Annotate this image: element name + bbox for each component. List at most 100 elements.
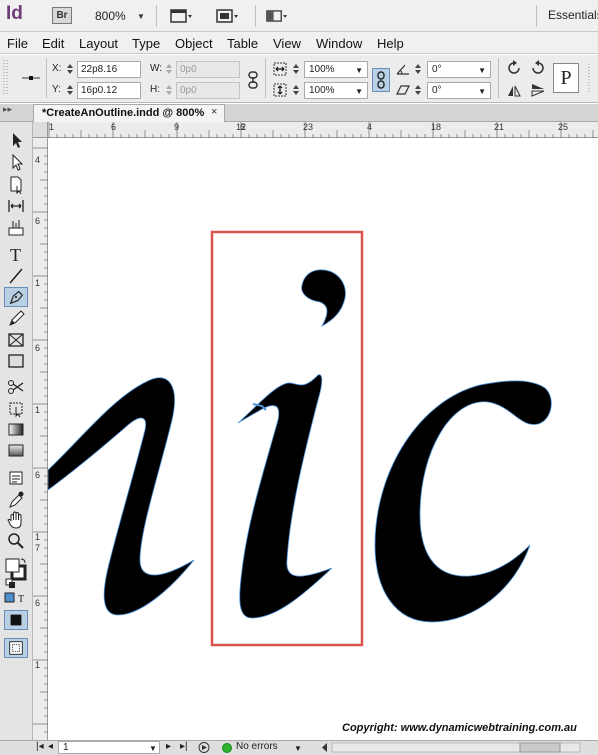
- screen-mode-normal-icon[interactable]: [4, 638, 28, 658]
- scale-x-stepper-icon[interactable]: [292, 62, 300, 76]
- ruler-label: 1: [35, 405, 41, 415]
- page-tool-icon[interactable]: [4, 174, 28, 194]
- page-dropdown-icon[interactable]: ▼: [149, 744, 157, 753]
- arrange-documents-icon[interactable]: [266, 8, 288, 24]
- letter-i-stem-outline: [237, 374, 333, 619]
- h-label: H:: [150, 84, 160, 95]
- panel-grip-icon[interactable]: [2, 58, 10, 98]
- direct-selection-tool-icon[interactable]: [4, 152, 28, 172]
- ruler-label: 21: [494, 122, 505, 132]
- eyedropper-tool-icon[interactable]: [4, 489, 28, 509]
- shear-stepper-icon[interactable]: [414, 83, 422, 97]
- chevron-down-icon: ▼: [478, 66, 486, 75]
- flip-vertical-icon[interactable]: [530, 82, 546, 98]
- width-field: 0p0: [176, 61, 240, 78]
- selection-tool-icon[interactable]: [4, 130, 28, 150]
- application-bar: [0, 0, 598, 32]
- left-letter-i-outline: [48, 377, 195, 616]
- more-options-icon[interactable]: [586, 62, 596, 94]
- zoom-tool-icon[interactable]: [4, 531, 28, 551]
- pen-tool-icon[interactable]: [4, 287, 28, 307]
- close-tab-icon[interactable]: ×: [211, 106, 217, 118]
- type-tool-icon[interactable]: T: [4, 244, 28, 264]
- rotate-clockwise-icon[interactable]: [506, 60, 522, 76]
- menu-view[interactable]: View: [273, 36, 301, 51]
- rotate-stepper-icon[interactable]: [414, 62, 422, 76]
- ruler-label: 4: [35, 155, 41, 165]
- last-page-icon[interactable]: ▸|: [180, 741, 188, 752]
- rotation-dropdown[interactable]: 0° ▼: [427, 61, 491, 78]
- reference-point-icon[interactable]: [20, 70, 42, 86]
- menu-layout[interactable]: Layout: [79, 36, 118, 51]
- flip-horizontal-icon[interactable]: [506, 82, 522, 98]
- scissors-tool-icon[interactable]: [4, 377, 28, 397]
- line-tool-icon[interactable]: [4, 266, 28, 286]
- previous-page-icon[interactable]: ◂: [48, 741, 53, 752]
- y-position-field[interactable]: 16p0.12: [77, 82, 141, 99]
- x-position-field[interactable]: 22p8.16: [77, 61, 141, 78]
- note-tool-icon[interactable]: [4, 468, 28, 488]
- scale-y-dropdown[interactable]: 100% ▼: [304, 82, 368, 99]
- ruler-label: 6: [111, 122, 117, 132]
- constrain-scale-link-icon[interactable]: [372, 68, 390, 92]
- x-label: X:: [52, 63, 62, 74]
- w-label: W:: [150, 63, 163, 74]
- x-stepper-icon[interactable]: [66, 62, 74, 76]
- ruler-label: 25: [558, 122, 569, 132]
- scale-x-dropdown[interactable]: 100% ▼: [304, 61, 368, 78]
- hand-tool-icon[interactable]: [4, 510, 28, 530]
- horizontal-ruler[interactable]: [33, 122, 598, 138]
- chevron-down-icon: ▼: [355, 87, 363, 96]
- ruler-origin[interactable]: [33, 122, 48, 138]
- rotate-counterclockwise-icon[interactable]: [530, 60, 546, 76]
- chevron-down-icon: ▼: [355, 66, 363, 75]
- menu-object[interactable]: Object: [175, 36, 213, 51]
- zoom-dropdown-icon[interactable]: ▼: [137, 12, 145, 21]
- gap-tool-icon[interactable]: [4, 196, 28, 216]
- zoom-level[interactable]: 800%: [95, 9, 126, 23]
- gradient-feather-tool-icon[interactable]: [4, 440, 28, 460]
- rectangle-tool-icon[interactable]: [4, 351, 28, 371]
- y-stepper-icon[interactable]: [66, 83, 74, 97]
- ruler-label: 6: [35, 598, 41, 608]
- document-canvas[interactable]: [48, 138, 598, 740]
- formatting-affects-icon[interactable]: T: [4, 592, 28, 604]
- screen-mode-icon[interactable]: [216, 8, 238, 24]
- menu-help[interactable]: Help: [377, 36, 404, 51]
- w-stepper-icon: [166, 64, 172, 74]
- content-collector-tool-icon[interactable]: [4, 218, 28, 238]
- preflight-status-text[interactable]: No errors: [236, 741, 278, 752]
- first-page-icon[interactable]: |◂: [36, 741, 44, 752]
- workspace-switcher[interactable]: Essentials: [548, 8, 598, 22]
- free-transform-tool-icon[interactable]: [4, 398, 28, 418]
- shear-dropdown[interactable]: 0° ▼: [427, 82, 491, 99]
- pencil-tool-icon[interactable]: [4, 308, 28, 328]
- h-stepper-icon: [166, 85, 172, 95]
- menu-type[interactable]: Type: [132, 36, 160, 51]
- scale-y-stepper-icon[interactable]: [292, 83, 300, 97]
- ruler-label: 6: [35, 470, 41, 480]
- bridge-button[interactable]: Br: [52, 7, 72, 24]
- menu-window[interactable]: Window: [316, 36, 362, 51]
- fill-stroke-swatches-icon[interactable]: [4, 557, 28, 589]
- constrain-proportions-icon[interactable]: [246, 70, 260, 90]
- menu-table[interactable]: Table: [227, 36, 258, 51]
- preflight-dropdown-icon[interactable]: ▼: [294, 744, 302, 753]
- ruler-label: 1: [49, 122, 55, 132]
- menu-file[interactable]: File: [7, 36, 28, 51]
- apply-color-icon[interactable]: [4, 610, 28, 630]
- rectangle-frame-tool-icon[interactable]: [4, 330, 28, 350]
- view-options-icon[interactable]: [170, 8, 192, 24]
- open-document-icon[interactable]: [197, 741, 211, 754]
- reference-point-proxy[interactable]: P: [553, 63, 579, 93]
- collapse-panel-icon[interactable]: ▸▸: [3, 104, 12, 115]
- copyright-notice: Copyright: www.dynamicwebtraining.com.au: [342, 722, 577, 734]
- gradient-swatch-tool-icon[interactable]: [4, 419, 28, 439]
- menu-edit[interactable]: Edit: [42, 36, 64, 51]
- vertical-ruler[interactable]: [33, 138, 48, 740]
- next-page-icon[interactable]: ▸: [166, 741, 171, 752]
- horizontal-scrollbar[interactable]: [320, 741, 598, 754]
- height-field: 0p0: [176, 82, 240, 99]
- rotation-value: 0°: [432, 64, 442, 75]
- page-number-field[interactable]: 1: [58, 741, 160, 754]
